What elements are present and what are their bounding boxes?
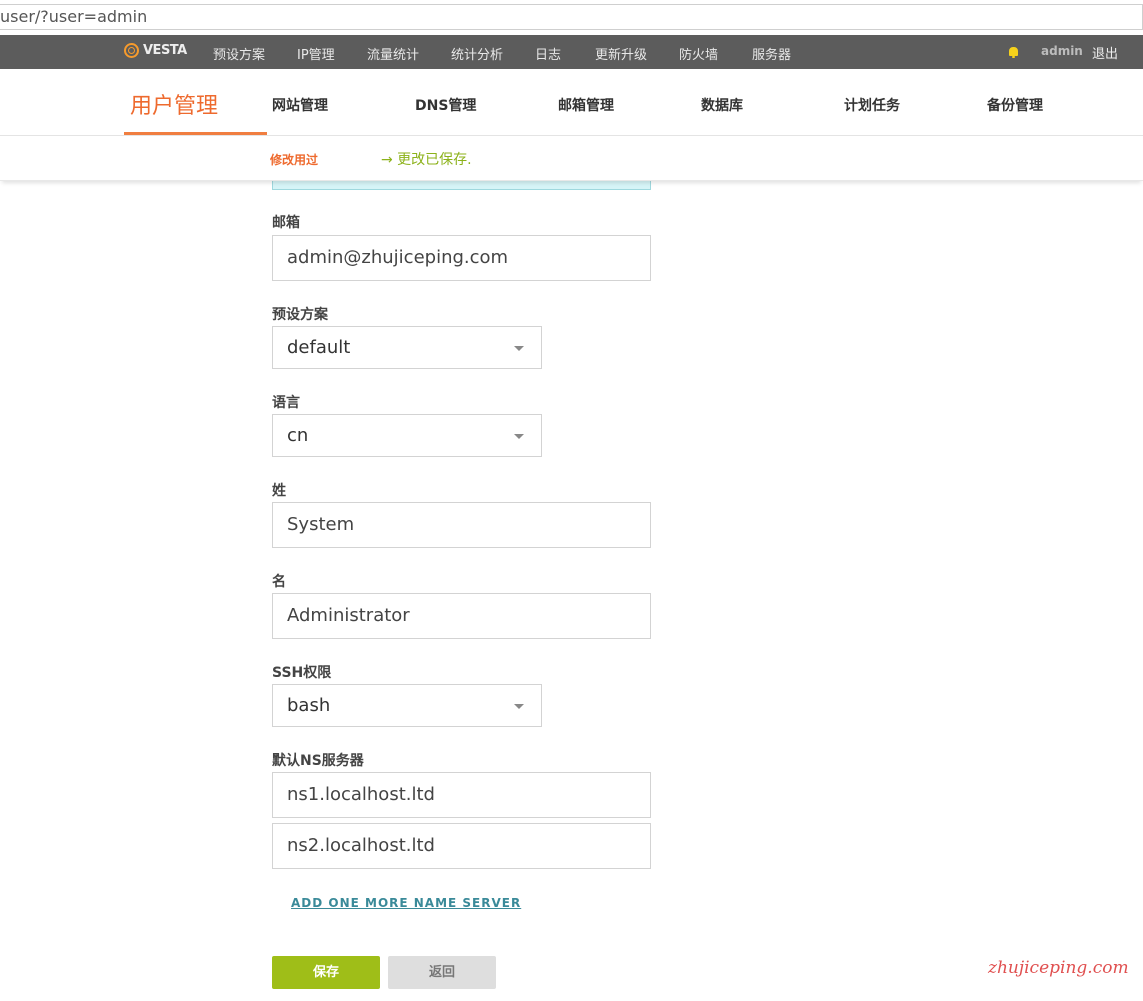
save-button[interactable]: 保存	[272, 956, 380, 989]
tab-users[interactable]: 用户管理	[124, 69, 267, 135]
topnav-server[interactable]: 服务器	[752, 44, 791, 63]
ns1-field[interactable]: ns1.localhost.ltd	[272, 772, 651, 818]
url-field[interactable]: user/?user=admin	[0, 4, 1143, 30]
logo-text: VESTA	[143, 43, 187, 58]
topnav-log[interactable]: 日志	[535, 44, 561, 63]
save-status-message: → 更改已保存.	[381, 152, 472, 168]
tab-web[interactable]: 网站管理	[272, 95, 328, 115]
email-label: 邮箱	[272, 215, 300, 231]
tab-dns[interactable]: DNS管理	[415, 95, 476, 115]
page-title: 修改用过	[270, 153, 319, 167]
topnav-packages[interactable]: 预设方案	[213, 44, 265, 63]
tab-db[interactable]: 数据库	[701, 95, 743, 115]
package-value: default	[287, 337, 351, 358]
topnav-ip[interactable]: IP管理	[297, 44, 335, 63]
user-link[interactable]: admin	[1041, 44, 1083, 58]
first-name-label: 名	[272, 574, 286, 590]
ns2-field[interactable]: ns2.localhost.ltd	[272, 823, 651, 869]
vesta-logo[interactable]: VESTA	[124, 43, 187, 58]
first-name-field[interactable]: Administrator	[272, 593, 651, 639]
vesta-logo-icon	[124, 43, 139, 58]
tab-users-label: 用户管理	[130, 94, 219, 119]
watermark: zhujiceping.com	[988, 958, 1129, 978]
tab-cron[interactable]: 计划任务	[844, 95, 900, 115]
email-field[interactable]: admin@zhujiceping.com	[272, 235, 651, 281]
chevron-down-icon	[514, 704, 524, 709]
ns-label: 默认NS服务器	[272, 753, 364, 769]
last-name-field[interactable]: System	[272, 502, 651, 548]
browser-address-bar: user/?user=admin	[0, 0, 1143, 36]
add-name-server-link[interactable]: ADD ONE MORE NAME SERVER	[291, 896, 521, 910]
sub-bar: 修改用过 → 更改已保存.	[0, 136, 1143, 181]
tab-mail[interactable]: 邮箱管理	[558, 95, 614, 115]
package-select[interactable]: default	[272, 326, 542, 369]
ssh-label: SSH权限	[272, 665, 332, 681]
ssh-select[interactable]: bash	[272, 684, 542, 727]
topnav-updates[interactable]: 更新升级	[595, 44, 647, 63]
bell-icon[interactable]	[1009, 47, 1018, 58]
main-tabs: 用户管理 网站管理 DNS管理 邮箱管理 数据库 计划任务 备份管理	[0, 69, 1143, 136]
topnav-traffic[interactable]: 流量统计	[367, 44, 419, 63]
language-select[interactable]: cn	[272, 414, 542, 457]
back-button[interactable]: 返回	[388, 956, 496, 989]
logout-link[interactable]: 退出	[1092, 43, 1118, 62]
language-label: 语言	[272, 395, 300, 411]
top-bar: VESTA 预设方案 IP管理 流量统计 统计分析 日志 更新升级 防火墙 服务…	[0, 35, 1143, 69]
chevron-down-icon	[514, 434, 524, 439]
topnav-firewall[interactable]: 防火墙	[679, 44, 718, 63]
ssh-value: bash	[287, 695, 331, 716]
tab-backup[interactable]: 备份管理	[987, 95, 1043, 115]
topnav-stats[interactable]: 统计分析	[451, 44, 503, 63]
package-label: 预设方案	[272, 307, 328, 323]
chevron-down-icon	[514, 346, 524, 351]
last-name-label: 姓	[272, 483, 286, 499]
language-value: cn	[287, 425, 309, 446]
